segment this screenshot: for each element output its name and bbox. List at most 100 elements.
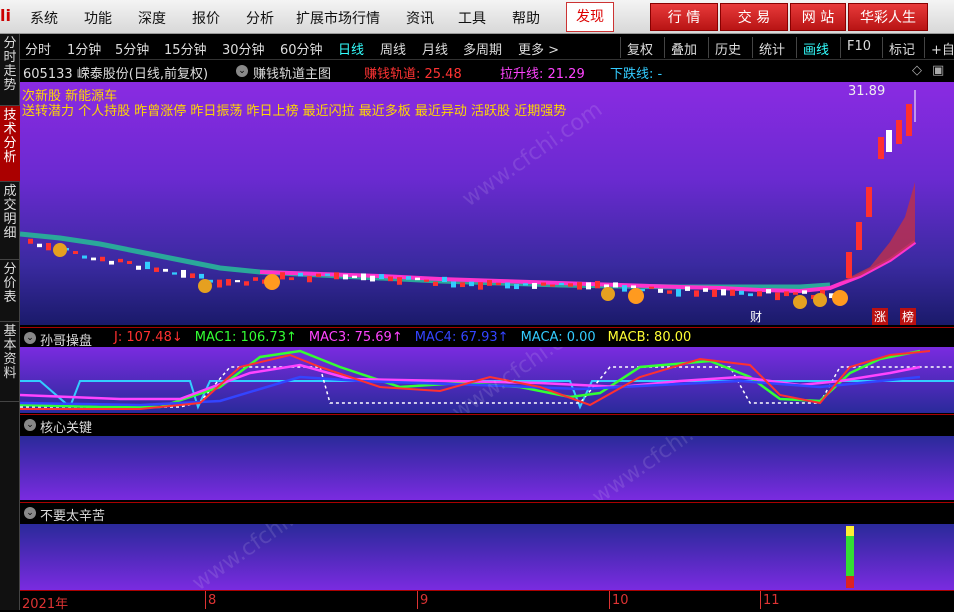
panel2-menu-icon[interactable]: ⌄ [24, 332, 36, 344]
tool-draw-line[interactable]: 画线 [796, 37, 835, 58]
period-30min[interactable]: 30分钟 [222, 39, 265, 58]
panel2-value-3: MAC4: 67.93↑ [414, 330, 509, 345]
menu-bar: li 系统 功能 深度 报价 分析 扩展市场行情 资讯 工具 帮助 发现 行 情… [0, 0, 954, 34]
candle [190, 273, 195, 279]
panel2-chart[interactable]: www.cfchi.com [20, 347, 954, 413]
candle [505, 282, 510, 289]
period-more[interactable]: 更多 > [518, 39, 559, 58]
small-candles [28, 238, 834, 301]
tool-custom[interactable]: +自 [924, 37, 954, 58]
sidebar-tab-price-table[interactable]: 分价表 [0, 260, 20, 322]
candle [28, 238, 33, 244]
tool-overlay[interactable]: 叠加 [664, 37, 703, 58]
line1-value: 赚钱轨道: 25.48 [364, 67, 462, 82]
candle [866, 187, 872, 217]
candle [298, 272, 303, 277]
candle [712, 289, 717, 297]
period-daily[interactable]: 日线 [338, 39, 364, 58]
money-bag-icon [53, 243, 67, 257]
candle [577, 282, 582, 290]
trade-button[interactable]: 交 易 [720, 3, 788, 31]
panel4-chart[interactable]: www.cfchi.com [20, 524, 954, 590]
money-bag-icon [813, 293, 827, 307]
tool-restore-rights[interactable]: 复权 [620, 37, 659, 58]
period-monthly[interactable]: 月线 [422, 39, 448, 58]
window-icon[interactable]: ▣ [932, 63, 944, 78]
candle [676, 288, 681, 297]
menu-extended-market[interactable]: 扩展市场行情 [296, 8, 380, 28]
candle [100, 256, 105, 262]
market-button[interactable]: 行 情 [650, 3, 718, 31]
sidebar-tab-trades[interactable]: 成交明细 [0, 182, 20, 260]
panel2-value-1: MAC1: 106.73↑ [194, 330, 297, 345]
indicator-name[interactable]: 赚钱轨道主图 [253, 63, 331, 82]
watermark: www.cfchi.com [587, 436, 738, 500]
menu-analysis[interactable]: 分析 [246, 8, 274, 28]
candle [253, 277, 258, 281]
tool-f10[interactable]: F10 [840, 37, 877, 58]
panel2-value-5: MACB: 80.00 [607, 330, 692, 345]
candle [172, 272, 177, 275]
candle [163, 268, 168, 272]
huacai-life-button[interactable]: 华彩人生 [848, 3, 928, 31]
panel3-chart[interactable]: www.cfchi.com [20, 436, 954, 500]
main-kline-panel[interactable]: 次新股 新能源车 送转潜力 个人持股 昨曾涨停 昨日振荡 昨日上榜 最近闪拉 最… [20, 82, 954, 325]
candle [199, 273, 204, 279]
candle [721, 289, 726, 296]
candle [514, 284, 519, 290]
discover-button[interactable]: 发现 [566, 2, 614, 32]
period-multi[interactable]: 多周期 [463, 39, 502, 58]
sidebar-tab-intraday[interactable]: 分时走势 [0, 34, 20, 106]
menu-function[interactable]: 功能 [84, 8, 112, 28]
menu-news[interactable]: 资讯 [406, 8, 434, 28]
candle [613, 282, 618, 288]
menu-depth[interactable]: 深度 [138, 8, 166, 28]
candle [532, 282, 537, 289]
diamond-icon[interactable]: ◇ [912, 63, 922, 78]
money-bag-icon [198, 279, 212, 293]
panel4-menu-icon[interactable]: ⌄ [24, 507, 36, 519]
period-60min[interactable]: 60分钟 [280, 39, 323, 58]
candle [896, 120, 902, 144]
panel3-title: 核心关键 [40, 421, 93, 436]
up-arrow-icon [628, 288, 644, 304]
panel3-header: ⌄ 核心关键 [20, 414, 954, 436]
sidebar-tab-technical[interactable]: 技术分析 [0, 106, 20, 182]
candle [334, 272, 339, 280]
candle [766, 289, 771, 294]
tool-statistics[interactable]: 统计 [752, 37, 791, 58]
sidebar-tab-profile[interactable]: 基本资料 [0, 322, 20, 402]
candle [388, 276, 393, 282]
candle [631, 285, 636, 289]
period-1min[interactable]: 1分钟 [67, 39, 101, 58]
axis-label-aug: 8 [208, 593, 217, 608]
indicator-menu-icon[interactable]: ⌄ [236, 65, 248, 77]
candle [136, 265, 141, 270]
period-intraday[interactable]: 分时 [25, 39, 51, 58]
candle [846, 252, 852, 278]
panel3-menu-icon[interactable]: ⌄ [24, 419, 36, 431]
tool-mark[interactable]: 标记 [882, 37, 921, 58]
panel4-header: ⌄ 不要太辛苦 [20, 502, 954, 524]
candle [604, 284, 609, 288]
menu-system[interactable]: 系统 [30, 8, 58, 28]
menu-tools[interactable]: 工具 [458, 8, 486, 28]
line3-value: 下跌线: - [610, 67, 663, 82]
axis-label-sep: 9 [420, 593, 429, 608]
period-5min[interactable]: 5分钟 [115, 39, 149, 58]
period-15min[interactable]: 15分钟 [164, 39, 207, 58]
website-button[interactable]: 网 站 [790, 3, 846, 31]
tool-history[interactable]: 历史 [708, 37, 747, 58]
candle [370, 275, 375, 282]
candle [118, 258, 123, 263]
candle [478, 282, 483, 290]
panel2-value-0: J: 107.48↓ [114, 330, 183, 345]
candle [109, 260, 114, 265]
menu-quote[interactable]: 报价 [192, 8, 220, 28]
axis-label-oct: 10 [612, 593, 629, 608]
period-weekly[interactable]: 周线 [380, 39, 406, 58]
candle [739, 290, 744, 295]
menu-help[interactable]: 帮助 [512, 8, 540, 28]
candle [568, 283, 573, 287]
panel4-svg [846, 526, 854, 588]
